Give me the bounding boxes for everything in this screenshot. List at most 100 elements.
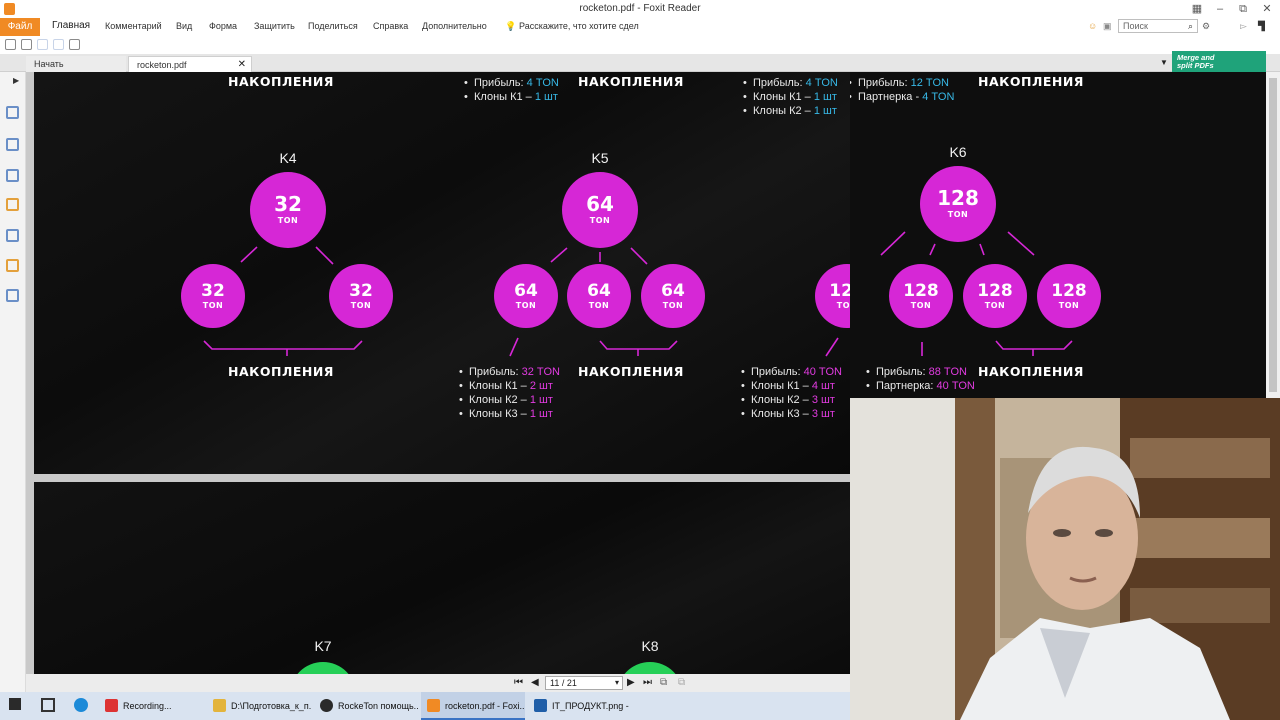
bullet-value: 32 TON: [521, 366, 560, 378]
close-tab-icon[interactable]: ✕: [238, 59, 246, 70]
webcam-overlay: [850, 398, 1280, 720]
account-icon[interactable]: ▜: [1258, 21, 1265, 32]
pdf-page-11-right: Прибыль: 12 TON Партнерка - 4 TON НАКОПЛ…: [850, 72, 1266, 398]
print-icon[interactable]: [5, 39, 16, 50]
left-sidebar: ▶: [0, 72, 26, 692]
layers-icon[interactable]: [6, 169, 19, 182]
bullet-value: 40 TON: [803, 366, 842, 378]
bullet-value: 1 шт: [534, 91, 558, 103]
task-label: IT_ПРОДУКТ.png - ...: [552, 701, 632, 711]
document-tabs: Начать rocketon.pdf ✕ ▼: [0, 54, 1280, 72]
view-mode-icon[interactable]: ⧉: [660, 677, 667, 688]
ribbon-options-icon[interactable]: ▦: [1190, 2, 1204, 16]
bullet-text: Клоны К3 –: [751, 408, 812, 420]
expand-panel-icon[interactable]: ▶: [13, 76, 19, 85]
page-number-field[interactable]: 11 / 21 ▾: [545, 676, 623, 690]
bookmarks-icon[interactable]: [6, 106, 19, 119]
hand-tool-icon[interactable]: [69, 39, 80, 50]
circle-value: 32: [274, 192, 302, 216]
scrollbar-thumb[interactable]: [1269, 78, 1277, 392]
circle-value: 64: [514, 281, 538, 301]
bullet-value: 40 TON: [936, 380, 975, 392]
tabs-dropdown-icon[interactable]: ▼: [1160, 58, 1168, 67]
menu-advanced[interactable]: Дополнительно: [422, 21, 487, 31]
tab-start[interactable]: Начать: [26, 56, 126, 72]
prev-page-icon[interactable]: ◀: [531, 677, 539, 688]
windows-start-icon[interactable]: [9, 698, 21, 710]
menu-share[interactable]: Поделиться: [308, 21, 358, 31]
file-menu[interactable]: Файл: [0, 18, 40, 36]
gear-icon[interactable]: ⚙: [1202, 21, 1210, 32]
k4-child-circle: 32 TON: [181, 264, 245, 328]
k6-bullets-a: Прибыль: 40 TON Клоны К1 – 4 шт Клоны К2…: [741, 365, 842, 421]
pdf-page-12: K7 K8: [34, 482, 850, 692]
task-recording[interactable]: Recording...: [99, 692, 203, 720]
screenshot-icon[interactable]: ▣: [1103, 21, 1112, 32]
bullet-item: Прибыль: 4 TON: [743, 76, 838, 90]
comments-icon[interactable]: [6, 198, 19, 211]
restore-button[interactable]: ⧉: [1236, 2, 1250, 16]
circle-unit: TON: [350, 301, 372, 310]
circle-unit: TON: [515, 301, 537, 310]
tell-me-input[interactable]: Расскажите, что хотите сдел: [519, 21, 639, 31]
attachments-icon[interactable]: [6, 229, 19, 242]
forward-icon[interactable]: ▻: [1240, 21, 1247, 32]
circle-value: 32: [201, 281, 225, 301]
circle-value: 128: [829, 281, 850, 301]
undo-icon[interactable]: [37, 39, 48, 50]
last-page-icon[interactable]: ⏭: [643, 677, 652, 688]
top-mid-bullets: Прибыль: 4 TON Клоны К1 – 1 шт Клоны К2 …: [743, 76, 838, 118]
page-separator: [26, 474, 850, 482]
circle-value: 32: [349, 281, 373, 301]
task-yandex[interactable]: RockeTon помощь...: [314, 692, 418, 720]
security-icon[interactable]: [6, 259, 19, 272]
view-mode-icon-2[interactable]: ⧉: [678, 677, 685, 688]
next-page-icon[interactable]: ▶: [627, 677, 635, 688]
bullet-item: Прибыль: 88 TON: [866, 365, 975, 379]
first-page-icon[interactable]: ⏮: [514, 677, 523, 688]
menu-comment[interactable]: Комментарий: [105, 21, 162, 31]
circle-value: 128: [977, 281, 1013, 301]
bullet-text: Клоны К1 –: [474, 91, 535, 103]
edge-icon[interactable]: [74, 698, 88, 712]
webcam-person-image: [850, 398, 1280, 720]
signature-icon[interactable]: [6, 289, 19, 302]
menu-protect[interactable]: Защитить: [254, 21, 295, 31]
tab-rocketon[interactable]: rocketon.pdf ✕: [128, 56, 252, 72]
redo-icon[interactable]: [53, 39, 64, 50]
task-view-icon[interactable]: [41, 698, 55, 712]
bullet-text: Прибыль:: [753, 77, 806, 89]
task-explorer[interactable]: D:\Подготовка_к_п...: [207, 692, 311, 720]
k6-child-circle: 128TON: [1037, 264, 1101, 328]
k5-bullets: Прибыль: 32 TON Клоны К1 – 2 шт Клоны К2…: [459, 365, 560, 421]
task-label: D:\Подготовка_к_п...: [231, 701, 311, 711]
save-icon[interactable]: [21, 39, 32, 50]
bullet-item: Клоны К3 – 3 шт: [741, 407, 842, 421]
menu-help[interactable]: Справка: [373, 21, 408, 31]
merge-split-promo[interactable]: Merge and split PDFs: [1172, 51, 1266, 72]
bullet-value: 1 шт: [813, 105, 837, 117]
smiley-icon[interactable]: ☺: [1088, 21, 1097, 31]
task-label: rocketon.pdf - Foxi...: [445, 701, 525, 711]
task-image-viewer[interactable]: IT_ПРОДУКТ.png - ...: [528, 692, 632, 720]
k6-child-circle: 128TON: [963, 264, 1027, 328]
close-window-button[interactable]: ✕: [1260, 2, 1274, 16]
minimize-button[interactable]: –: [1213, 2, 1227, 16]
bullet-text: Прибыль:: [876, 366, 929, 378]
k6-connector-lines: [880, 231, 1073, 356]
search-input[interactable]: Поиск: [1118, 19, 1198, 33]
pages-icon[interactable]: [6, 138, 19, 151]
menu-view[interactable]: Вид: [176, 21, 192, 31]
bullet-item: Клоны К2 – 1 шт: [459, 393, 560, 407]
bullet-value: 2 шт: [529, 380, 553, 392]
tab-start-label: Начать: [34, 59, 64, 69]
bullet-text: Клоны К1 –: [751, 380, 812, 392]
menu-home[interactable]: Главная: [52, 20, 90, 31]
circle-unit: TON: [836, 301, 850, 310]
task-foxit[interactable]: rocketon.pdf - Foxi...: [421, 692, 525, 720]
bullet-text: Клоны К1 –: [753, 91, 814, 103]
foxit-app-icon: [427, 699, 440, 712]
bullet-text: Клоны К2 –: [751, 394, 812, 406]
search-icon[interactable]: ⌕: [1188, 21, 1193, 32]
menu-form[interactable]: Форма: [209, 21, 237, 31]
